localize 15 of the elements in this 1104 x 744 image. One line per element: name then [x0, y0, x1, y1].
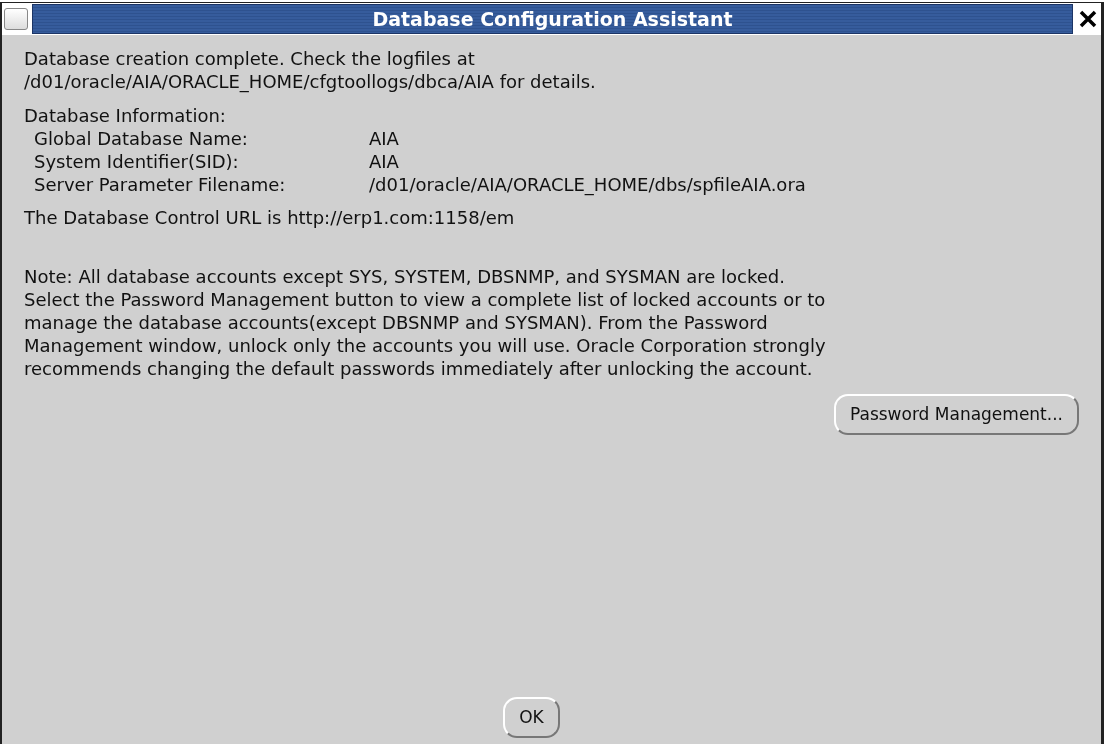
field-label: Server Parameter Filename: — [34, 173, 287, 196]
completion-message: Database creation complete. Check the logfiles at /d01/oracle/AIA/ORACLE_HOME/cfgtoollogs/dbca/AIA for details. — [24, 47, 597, 93]
control-url-message: The Database Control URL is http://erp1.com:1158/em — [24, 206, 516, 229]
field-value: AIA — [369, 150, 400, 173]
window-title: Database Configuration Assistant — [372, 8, 733, 30]
field-label: Global Database Name: — [34, 127, 249, 150]
password-management-button[interactable]: Password Management... — [834, 394, 1079, 435]
note-message: Note: All database accounts except SYS, SYSTEM, DBSNMP, and SYSMAN are locked. Select the Password Management button to view a complete list of locked accounts or to manage the database accounts(except DBSNMP and SYSMAN). From the Password Management window, unlock only the accounts you will use. Oracle Corporation strongly recommends changing the default passwords immediately after unlocking the account. — [24, 265, 827, 380]
field-label: System Identifier(SID): — [34, 150, 240, 173]
ok-button[interactable]: OK — [503, 697, 560, 738]
field-value: AIA — [369, 127, 400, 150]
info-heading: Database Information: — [24, 104, 227, 127]
field-value: /d01/oracle/AIA/ORACLE_HOME/dbs/spfileAIA.ora — [369, 173, 807, 196]
window-menu-icon[interactable] — [4, 8, 28, 30]
close-icon[interactable] — [1077, 8, 1099, 30]
